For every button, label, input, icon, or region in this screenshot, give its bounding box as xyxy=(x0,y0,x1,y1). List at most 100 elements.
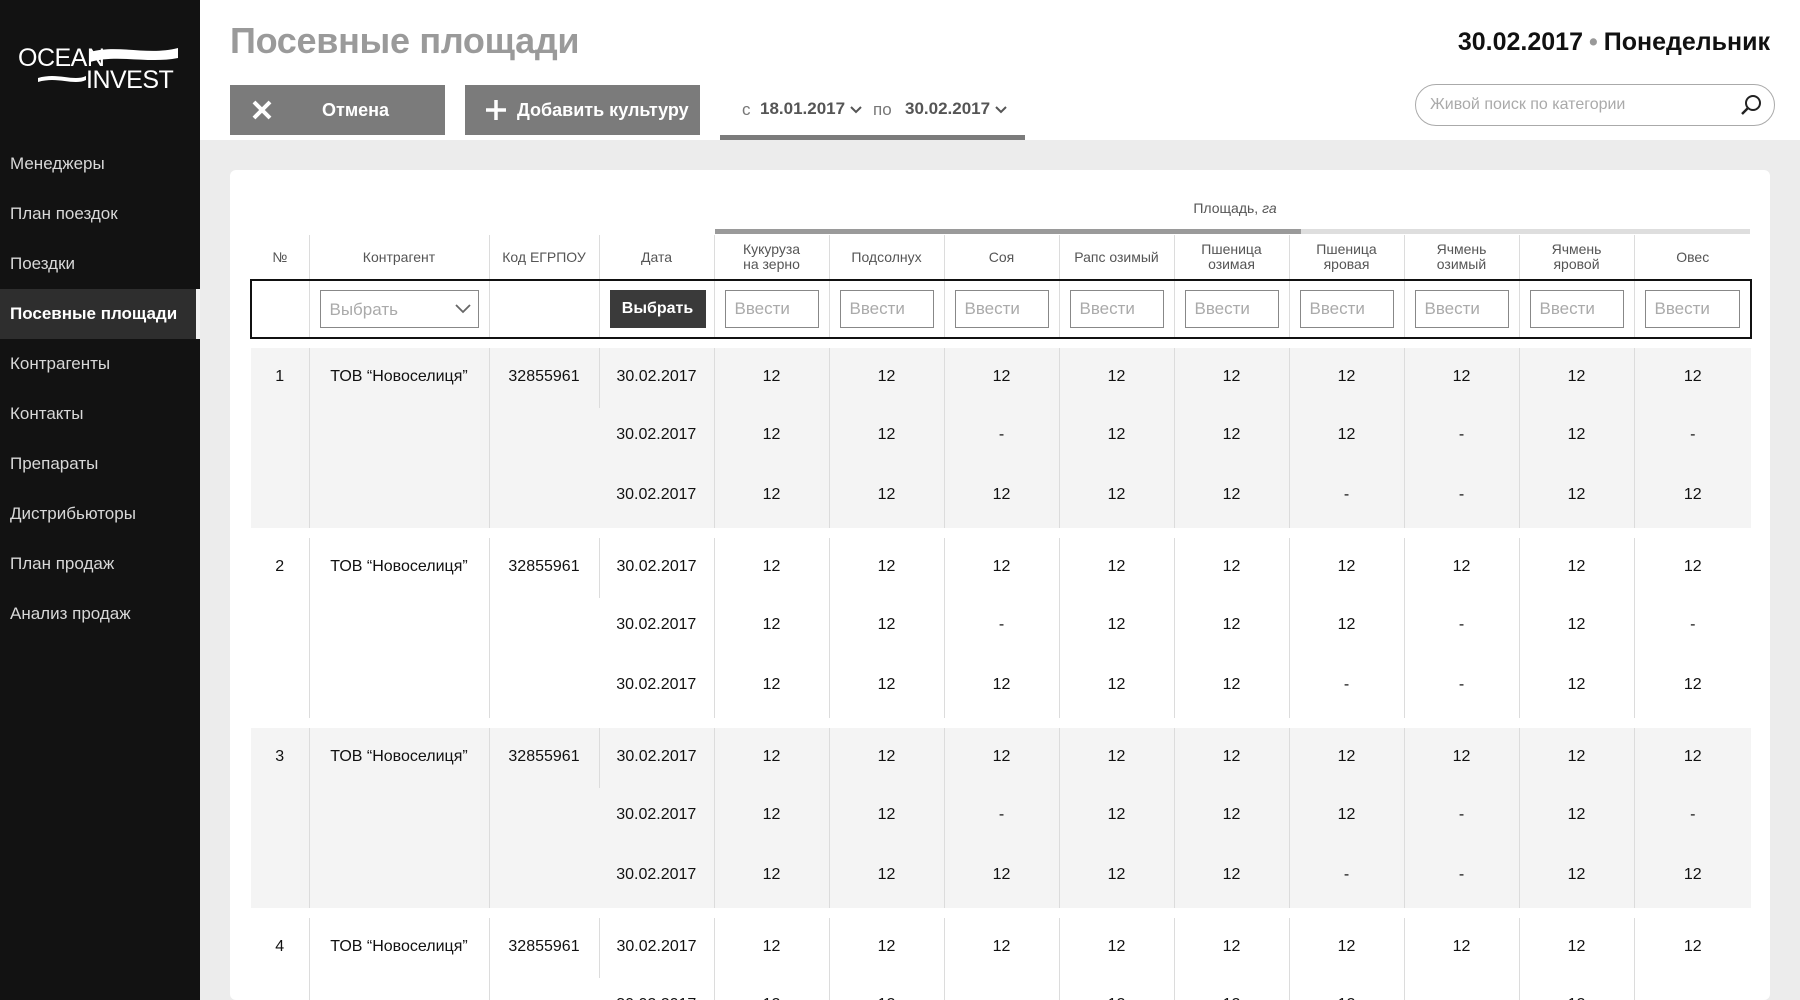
range-from-dropdown[interactable]: 18.01.2017 xyxy=(760,99,862,119)
crop-area-value: - xyxy=(1633,978,1751,1000)
area-scroll-track[interactable] xyxy=(715,229,1750,234)
sidebar-item[interactable]: Контакты xyxy=(0,389,200,439)
crop-area-value: 12 xyxy=(1058,538,1174,598)
crop-area-value: 12 xyxy=(1173,538,1289,598)
date-pick-button[interactable]: Выбрать xyxy=(609,290,706,328)
ocean-invest-logo[interactable]: OCEAN INVEST xyxy=(18,42,183,102)
spacer-cell xyxy=(251,528,1751,538)
crop-area-value: 12 xyxy=(1633,348,1751,408)
egrpou-code: 32855961 xyxy=(488,918,599,1000)
crop-area-value: 12 xyxy=(713,598,829,658)
crop-area-input[interactable] xyxy=(839,290,934,328)
counterparty-name: ТОВ “Новоселиця” xyxy=(308,728,489,908)
sidebar-item[interactable]: Поездки xyxy=(0,239,200,289)
crop-area-value: 12 xyxy=(713,848,829,908)
crop-area-value: 12 xyxy=(943,728,1059,788)
row-date: 30.02.2017 xyxy=(599,978,714,1000)
crop-area-value: 12 xyxy=(828,918,944,978)
sidebar-item[interactable]: Менеджеры xyxy=(0,139,200,189)
crop-area-value: 12 xyxy=(828,728,944,788)
row-date: 30.02.2017 xyxy=(599,468,714,528)
row-date: 30.02.2017 xyxy=(599,788,714,848)
crop-area-input[interactable] xyxy=(1414,290,1509,328)
group-spacer xyxy=(251,908,1751,918)
crop-area-value: 12 xyxy=(1058,348,1174,408)
crop-area-value: 12 xyxy=(1058,658,1174,718)
sidebar-item[interactable]: Анализ продаж xyxy=(0,589,200,639)
close-icon xyxy=(252,100,272,120)
row-date: 30.02.2017 xyxy=(598,348,714,408)
crop-area-value: 12 xyxy=(1058,978,1174,1000)
spacer-cell xyxy=(251,908,1751,918)
cancel-button[interactable]: Отмена xyxy=(230,85,445,135)
search-input[interactable] xyxy=(1430,93,1720,117)
crop-area-input[interactable] xyxy=(1644,290,1740,328)
crop-area-value: - xyxy=(943,788,1059,848)
filter-cell-crop xyxy=(1518,279,1634,339)
row-number: 1 xyxy=(251,348,309,528)
crop-area-value: 12 xyxy=(1403,538,1519,598)
table-row[interactable]: 2 ТОВ “Новоселиця” 32855961 30.02.2017 12 12 1… xyxy=(251,538,1751,718)
column-header-crop: Ячмень яровой xyxy=(1518,235,1634,280)
table-row[interactable]: 3 ТОВ “Новоселиця” 32855961 30.02.2017 12 12 1… xyxy=(251,728,1751,908)
filter-cell-crop xyxy=(1288,279,1404,339)
range-from-value: 18.01.2017 xyxy=(760,99,846,118)
crop-area-input[interactable] xyxy=(954,290,1049,328)
crop-area-value: 12 xyxy=(1633,918,1751,978)
filter-cell-crop xyxy=(713,279,829,339)
row-date: 30.02.2017 xyxy=(598,538,714,598)
crop-area-value: 12 xyxy=(1173,978,1289,1000)
crop-area-value: 12 xyxy=(1403,728,1519,788)
add-crop-button[interactable]: Добавить культуру xyxy=(465,85,700,135)
crop-area-value: 12 xyxy=(828,538,944,598)
crop-area-value: 12 xyxy=(713,538,829,598)
column-header-crop: Кукуруза на зерно xyxy=(713,235,829,280)
crop-area-value: - xyxy=(1633,788,1751,848)
page-title: Посевные площади xyxy=(230,20,580,61)
range-to-dropdown[interactable]: 30.02.2017 xyxy=(905,99,1007,119)
crop-area-value: 12 xyxy=(1288,788,1404,848)
column-header-date: Дата xyxy=(598,235,714,280)
crop-area-value: 12 xyxy=(1058,468,1174,528)
filter-cell-date: Выбрать xyxy=(598,279,714,339)
filter-cell-crop xyxy=(1403,279,1519,339)
column-header-crop: Овес xyxy=(1633,235,1751,280)
sidebar-item[interactable]: Препараты xyxy=(0,439,200,489)
add-crop-button-label: Добавить культуру xyxy=(517,100,689,120)
spacer-row xyxy=(251,528,1751,538)
crop-area-value: 12 xyxy=(1633,538,1751,598)
crop-subname: яровой xyxy=(1553,256,1600,272)
crop-area-value: 12 xyxy=(1633,658,1751,718)
crop-area-value: 12 xyxy=(828,408,944,468)
crop-area-input[interactable] xyxy=(1529,290,1624,328)
crop-area-value: 12 xyxy=(828,848,944,908)
crop-area-input[interactable] xyxy=(724,290,819,328)
sidebar-item[interactable]: План продаж xyxy=(0,539,200,589)
crop-name: Ячмень xyxy=(1436,241,1487,257)
sidebar-nav: Менеджеры План поездок Поездки Посевные пло… xyxy=(0,139,200,639)
counterparty-select[interactable]: Выбрать xyxy=(319,290,479,328)
table-row[interactable]: 1 ТОВ “Новоселиця” 32855961 30.02.2017 12 12 1… xyxy=(251,348,1751,528)
crop-area-value: 12 xyxy=(1173,468,1289,528)
crop-area-input[interactable] xyxy=(1299,290,1394,328)
egrpou-code: 32855961 xyxy=(488,538,599,718)
sidebar: OCEAN INVEST Менеджеры План поездок Поездк… xyxy=(0,0,200,1000)
row-date: 30.02.2017 xyxy=(598,918,714,978)
column-header-num: № xyxy=(272,248,288,265)
group-spacer xyxy=(251,718,1751,728)
search-icon[interactable] xyxy=(1740,94,1762,116)
crop-area-value: 12 xyxy=(1633,728,1751,788)
table-row[interactable]: 4 ТОВ “Новоселиця” 32855961 30.02.2017 12 12 1… xyxy=(251,918,1751,1000)
crop-area-input[interactable] xyxy=(1069,290,1164,328)
crop-area-value: 12 xyxy=(713,978,829,1000)
sidebar-item[interactable]: Контрагенты xyxy=(0,339,200,389)
date-range-filter: с 18.01.2017 по 30.02.2017 xyxy=(720,85,1025,140)
sidebar-item[interactable]: Посевные площади xyxy=(0,289,200,339)
crop-area-value: 12 xyxy=(1173,658,1289,718)
area-scroll-thumb[interactable] xyxy=(715,229,1301,234)
counterparty-group: 1 ТОВ “Новоселиця” 32855961 30.02.2017 12 12 1… xyxy=(251,348,1751,528)
spacer-row xyxy=(251,338,1751,348)
crop-area-input[interactable] xyxy=(1184,290,1279,328)
sidebar-item[interactable]: Дистрибьюторы xyxy=(0,489,200,539)
sidebar-item[interactable]: План поездок xyxy=(0,189,200,239)
